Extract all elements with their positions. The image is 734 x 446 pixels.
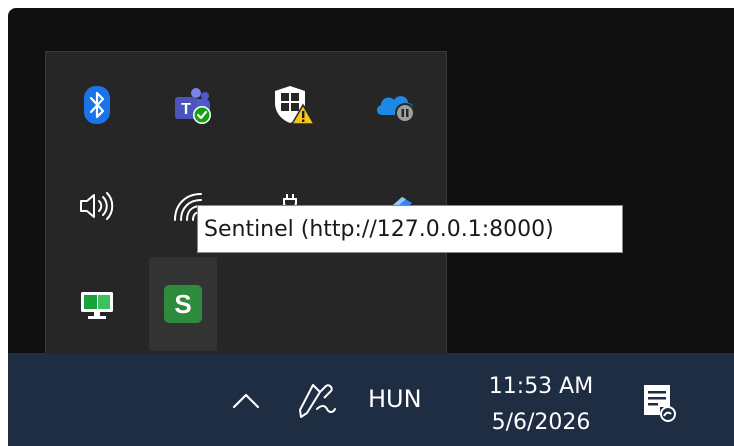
network-display-icon[interactable]: [63, 257, 131, 351]
taskbar: HUN 11:53 AM 5/6/2026: [8, 353, 734, 446]
tray-overflow-flyout: T S: [45, 51, 447, 353]
windows-security-icon[interactable]: [260, 58, 328, 152]
tooltip-text: Sentinel (http://127.0.0.1:8000): [204, 216, 554, 242]
language-indicator[interactable]: HUN: [368, 385, 422, 413]
clock-time: 11:53 AM: [488, 374, 594, 399]
sentinel-tooltip: Sentinel (http://127.0.0.1:8000): [197, 205, 623, 253]
teams-icon[interactable]: T: [159, 58, 227, 152]
bluetooth-icon[interactable]: [63, 58, 131, 152]
clock-date: 5/6/2026: [491, 410, 591, 435]
notification-center-icon[interactable]: [638, 381, 678, 423]
volume-icon[interactable]: [63, 159, 131, 253]
pen-icon[interactable]: [293, 379, 339, 423]
sentinel-glyph: S: [174, 288, 192, 319]
clock[interactable]: 11:53 AM 5/6/2026: [471, 369, 611, 441]
svg-text:T: T: [181, 101, 191, 118]
sentinel-icon[interactable]: S: [149, 257, 217, 351]
onedrive-paused-icon[interactable]: [362, 58, 430, 152]
chevron-up-icon[interactable]: [226, 381, 266, 421]
sentinel-icon-badge: S: [164, 285, 202, 323]
language-label: HUN: [368, 385, 422, 413]
